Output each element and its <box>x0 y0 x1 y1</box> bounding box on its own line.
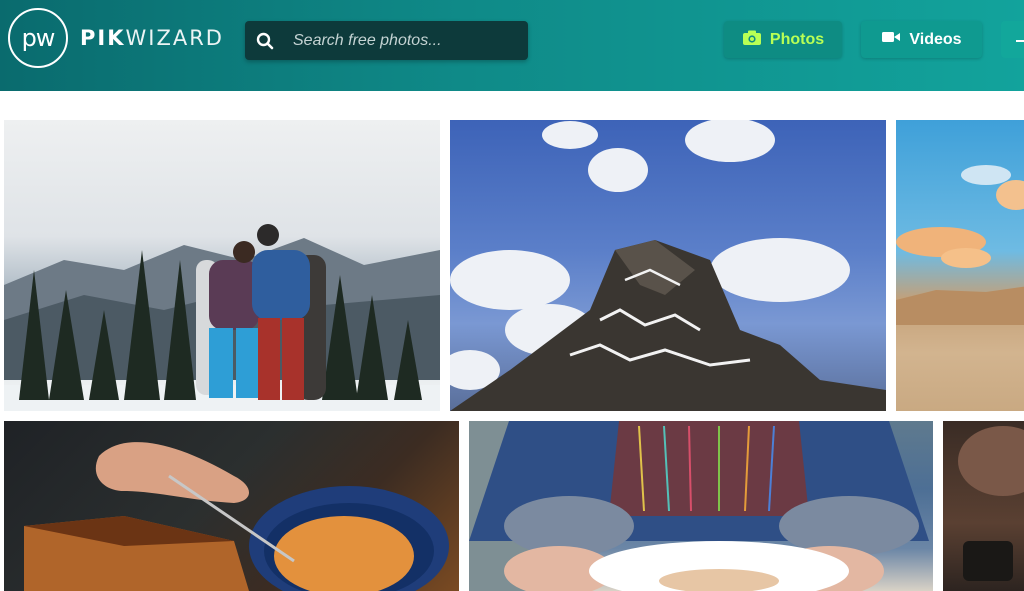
brand-light: WIZARD <box>125 26 224 50</box>
search-bar <box>245 21 528 60</box>
more-icon <box>1016 31 1024 49</box>
photo-snowy-mountain-peak[interactable] <box>450 120 886 411</box>
logo-mark: pw <box>8 8 68 68</box>
logo[interactable]: pw PIKWIZARD <box>8 8 224 68</box>
photo-desert-dunes-sky[interactable] <box>896 120 1024 411</box>
photo-partial[interactable] <box>943 421 1024 591</box>
search-icon[interactable] <box>245 21 285 60</box>
photos-tab-label: Photos <box>769 30 825 48</box>
videos-tab-label: Videos <box>909 30 962 48</box>
photo-toast-and-pasta-bowl[interactable] <box>4 421 459 591</box>
photo-couple-snowboarders-mountains[interactable] <box>4 120 440 411</box>
camera-icon <box>742 29 762 51</box>
search-input[interactable] <box>285 21 528 60</box>
logo-text: PIKWIZARD <box>80 26 224 50</box>
brand-bold: PIK <box>80 26 126 50</box>
video-camera-icon <box>881 30 901 49</box>
site-header: pw PIKWIZARD Photos <box>0 0 1024 91</box>
photo-hands-holding-sprinkle-plate[interactable] <box>469 421 933 591</box>
photos-tab-button[interactable]: Photos <box>724 21 842 58</box>
videos-tab-button[interactable]: Videos <box>861 21 982 58</box>
more-nav-button[interactable] <box>1001 21 1024 58</box>
